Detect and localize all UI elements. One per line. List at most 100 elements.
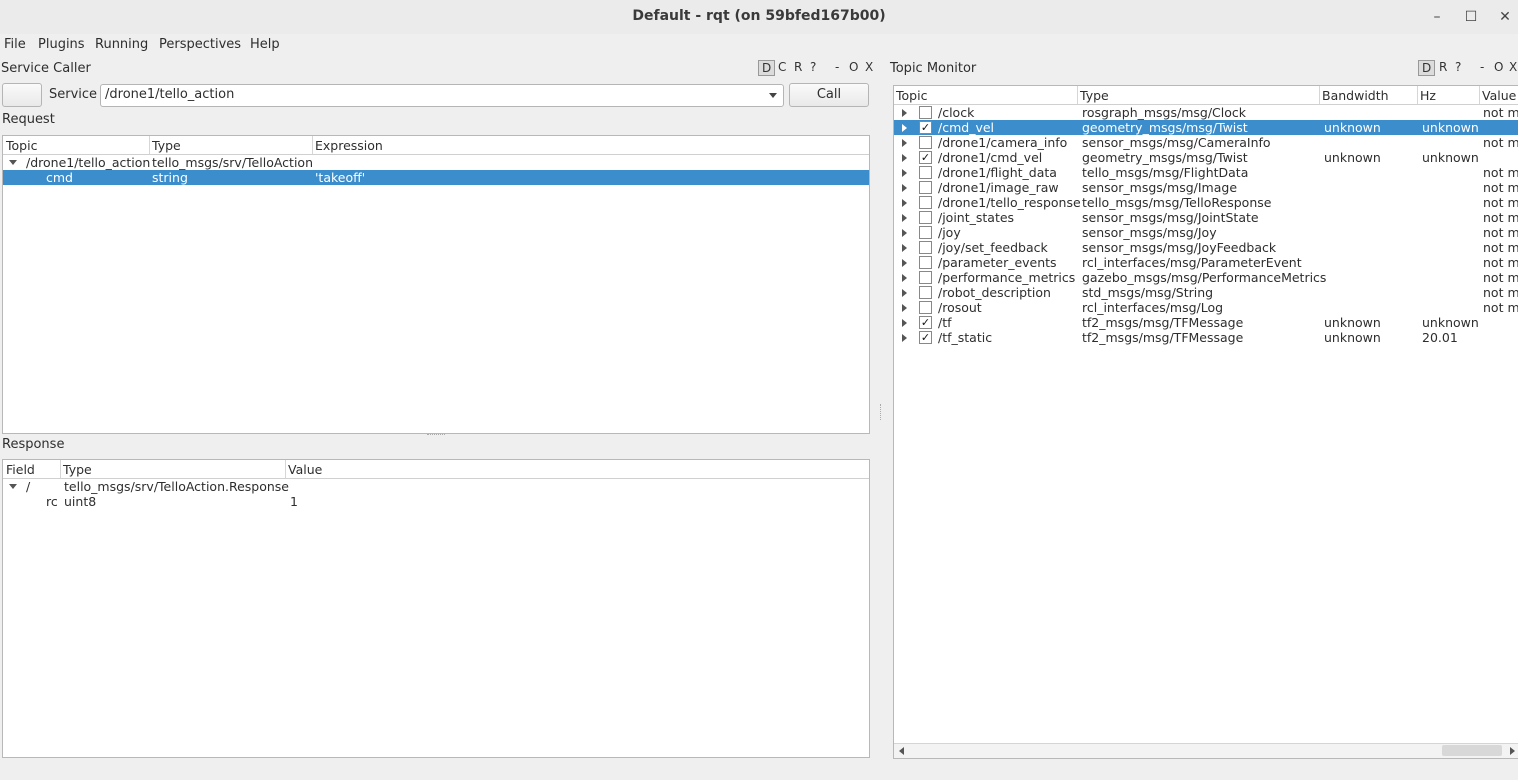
topic-checkbox[interactable]: ✓ [919,151,932,164]
expand-arrow-icon[interactable] [902,214,907,222]
dock-button[interactable]: D [758,60,776,76]
expand-arrow-icon[interactable] [902,169,907,177]
topic-checkbox[interactable] [919,196,932,209]
topic-row[interactable]: /drone1/camera_info sensor_msgs/msg/Camer… [894,135,1518,150]
col-topic[interactable]: Topic [6,138,37,153]
scroll-right-icon[interactable] [1510,747,1515,755]
topic-checkbox[interactable] [919,106,932,119]
topic-row[interactable]: ✓ /cmd_vel geometry_msgs/msg/Twist unknown u… [894,120,1518,135]
topic-tree[interactable]: Topic Type Bandwidth Hz Value /clock rosg… [893,85,1518,759]
reload-button[interactable]: R [1439,60,1447,74]
request-row-selected[interactable]: cmd string 'takeoff' [3,170,869,185]
splitter-handle[interactable] [427,434,445,437]
col-expression[interactable]: Expression [315,138,383,153]
col-field[interactable]: Field [6,462,35,477]
splitter-handle[interactable] [880,404,883,420]
reload-button[interactable]: R [794,60,802,74]
topic-row[interactable]: /clock rosgraph_msgs/msg/Clock not m [894,105,1518,120]
scrollbar-thumb[interactable] [1442,745,1502,756]
topic-row[interactable]: /rosout rcl_interfaces/msg/Log not m [894,300,1518,315]
col-topic[interactable]: Topic [896,88,927,103]
col-type[interactable]: Type [152,138,181,153]
topic-checkbox[interactable]: ✓ [919,316,932,329]
topic-checkbox[interactable] [919,301,932,314]
refresh-services-button[interactable] [2,83,42,107]
topic-checkbox[interactable] [919,181,932,194]
col-type[interactable]: Type [1080,88,1109,103]
topic-row[interactable]: /robot_description std_msgs/msg/String not… [894,285,1518,300]
expand-arrow-icon[interactable] [902,199,907,207]
expand-arrow-icon[interactable] [902,289,907,297]
dock-button[interactable]: D [1418,60,1436,76]
topic-checkbox[interactable]: ✓ [919,331,932,344]
float-button[interactable]: O [1494,60,1503,74]
topic-row[interactable]: ✓ /drone1/cmd_vel geometry_msgs/msg/Twist u… [894,150,1518,165]
expand-arrow-icon[interactable] [902,259,907,267]
topic-row[interactable]: /joint_states sensor_msgs/msg/JointState n… [894,210,1518,225]
topic-checkbox[interactable] [919,211,932,224]
topic-checkbox[interactable] [919,286,932,299]
response-row[interactable]: / tello_msgs/srv/TelloAction.Response [3,479,869,494]
minimize-button[interactable]: - [1480,60,1484,74]
call-button[interactable]: Call [789,83,869,107]
col-type[interactable]: Type [63,462,92,477]
expand-arrow-icon[interactable] [902,244,907,252]
col-value[interactable]: Value [1482,88,1516,103]
topic-row[interactable]: ✓ /tf_static tf2_msgs/msg/TFMessage unknown… [894,330,1518,345]
expand-arrow-icon[interactable] [902,334,907,342]
col-hz[interactable]: Hz [1420,88,1436,103]
collapse-arrow-icon[interactable] [9,484,17,489]
service-combo[interactable]: /drone1/tello_action [100,84,784,107]
topic-row[interactable]: /drone1/flight_data tello_msgs/msg/Flight… [894,165,1518,180]
topic-row[interactable]: /parameter_events rcl_interfaces/msg/Para… [894,255,1518,270]
close-button[interactable]: X [865,60,873,74]
menu-perspectives[interactable]: Perspectives [159,37,241,52]
expand-arrow-icon[interactable] [902,304,907,312]
request-expression[interactable]: 'takeoff' [315,170,365,185]
minimize-icon[interactable]: – [1425,6,1449,28]
topic-checkbox[interactable] [919,166,932,179]
topic-row[interactable]: /joy sensor_msgs/msg/Joy not m [894,225,1518,240]
topic-row[interactable]: /performance_metrics gazebo_msgs/msg/Perf… [894,270,1518,285]
topic-row[interactable]: /joy/set_feedback sensor_msgs/msg/JoyFeed… [894,240,1518,255]
col-bandwidth[interactable]: Bandwidth [1322,88,1389,103]
expand-arrow-icon[interactable] [902,274,907,282]
collapse-arrow-icon[interactable] [9,160,17,165]
col-value[interactable]: Value [288,462,322,477]
scroll-left-icon[interactable] [899,747,904,755]
topic-checkbox[interactable] [919,136,932,149]
help-button[interactable]: ? [1455,60,1461,74]
request-tree[interactable]: Topic Type Expression /drone1/tello_acti… [2,135,870,434]
expand-arrow-icon[interactable] [902,319,907,327]
menu-help[interactable]: Help [250,37,280,52]
topic-checkbox[interactable] [919,241,932,254]
topic-checkbox[interactable]: ✓ [919,121,932,134]
menu-file[interactable]: File [4,37,26,52]
expand-arrow-icon[interactable] [902,109,907,117]
topic-row[interactable]: ✓ /tf tf2_msgs/msg/TFMessage unknown unknown [894,315,1518,330]
topic-row[interactable]: /drone1/tello_response tello_msgs/msg/Tel… [894,195,1518,210]
topic-checkbox[interactable] [919,226,932,239]
expand-arrow-icon[interactable] [902,184,907,192]
response-row[interactable]: rc uint8 1 [3,494,869,509]
topic-checkbox[interactable] [919,256,932,269]
float-button[interactable]: O [849,60,858,74]
close-button[interactable]: X [1509,60,1517,74]
expand-arrow-icon[interactable] [902,124,907,132]
expand-arrow-icon[interactable] [902,154,907,162]
topic-row[interactable]: /drone1/image_raw sensor_msgs/msg/Image no… [894,180,1518,195]
config-button[interactable]: C [778,60,786,74]
expand-arrow-icon[interactable] [902,139,907,147]
expand-arrow-icon[interactable] [902,229,907,237]
request-row[interactable]: /drone1/tello_action tello_msgs/srv/Tell… [3,155,869,170]
horizontal-scrollbar[interactable] [894,743,1518,758]
response-tree[interactable]: Field Type Value / tello_msgs/srv/TelloA… [2,459,870,758]
topic-checkbox[interactable] [919,271,932,284]
topic-type: sensor_msgs/msg/JoyFeedback [1082,240,1277,255]
maximize-icon[interactable]: ☐ [1459,6,1483,28]
menu-running[interactable]: Running [95,37,148,52]
menu-plugins[interactable]: Plugins [38,37,85,52]
close-icon[interactable]: ✕ [1493,6,1517,28]
minimize-button[interactable]: - [835,60,839,74]
help-button[interactable]: ? [810,60,816,74]
